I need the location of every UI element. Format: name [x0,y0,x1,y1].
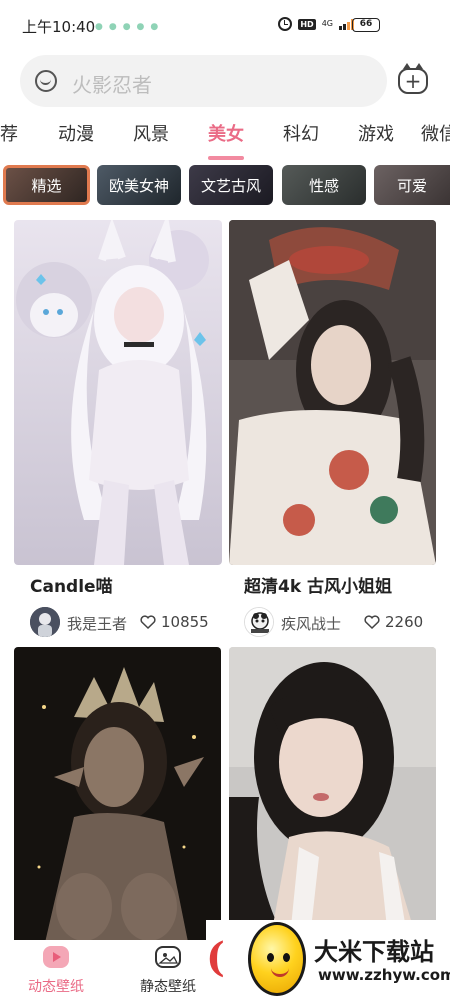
battery-icon: 66 [352,18,380,32]
girl-kimono-image [229,220,436,565]
tab-scenery[interactable]: 风景 [133,120,169,146]
like-count: 10855 [161,613,209,631]
portrait-girl-image [229,647,436,947]
status-icons: HD 4G [278,17,354,31]
active-tab-indicator [208,156,244,160]
site-watermark: ( 大米下载站 www.zzhyw.com [206,920,450,1000]
heart-icon[interactable] [140,615,156,629]
chip-sexy[interactable]: 性感 [282,165,366,205]
nav-dynamic-wallpaper[interactable]: 动态壁纸 [16,940,96,1000]
notification-icons: ●●●●● [95,22,165,32]
tab-anime[interactable]: 动漫 [58,120,94,146]
author-name[interactable]: 疾风战士 [281,613,341,634]
chip-cute[interactable]: 可爱 [374,165,450,205]
tab-wechat[interactable]: 微信 [421,120,450,146]
tab-recommend[interactable]: 荐 [0,120,18,146]
plus-icon: + [404,69,422,93]
chip-western-goddess[interactable]: 欧美女神 [97,165,181,205]
heart-icon[interactable] [364,615,380,629]
chip-artistic-ancient[interactable]: 文艺古风 [189,165,273,205]
search-bar[interactable]: 火影忍者 [20,55,387,107]
chip-label: 文艺古风 [200,176,261,195]
image-icon [155,946,181,968]
chip-featured[interactable]: 精选 [3,165,90,205]
network-type: 4G [321,19,333,28]
nav-static-wallpaper[interactable]: 静态壁纸 [128,940,208,1000]
alarm-icon [278,17,293,31]
author-name[interactable]: 我是王者 [67,613,127,634]
sub-category-chips: 精选 欧美女神 文艺古风 性感 可爱 [0,165,450,207]
chip-label: 性感 [308,176,339,195]
tab-scifi[interactable]: 科幻 [283,120,319,146]
chip-label: 可爱 [396,176,427,195]
wallpaper-thumbnail[interactable] [14,220,222,565]
avatar-image [30,607,60,637]
search-icon [35,70,57,92]
category-tabs: 荐 动漫 风景 美女 科幻 游戏 微信 [0,120,450,160]
watermark-ring-icon: ( [206,934,225,981]
hd-badge: HD [298,18,316,30]
avatar-image [245,608,273,636]
status-bar: 上午10:40 ●●●●● HD 4G 66 [0,0,450,52]
like-count: 2260 [385,613,424,631]
wallpaper-app-screen: 上午10:40 ●●●●● HD 4G 66 火影忍者 + 荐 动漫 风景 美女… [0,0,450,1000]
avatar[interactable] [30,607,60,637]
add-wallpaper-button[interactable]: + [398,63,428,94]
wallpaper-thumbnail[interactable] [14,647,221,947]
watermark-url: www.zzhyw.com [318,966,450,984]
search-input[interactable]: 火影忍者 [72,69,152,98]
play-icon [43,946,69,968]
wallpaper-thumbnail[interactable] [229,220,436,565]
chip-label: 欧美女神 [108,176,169,195]
watermark-logo-icon [248,922,306,996]
nav-label: 静态壁纸 [140,979,196,995]
tab-games[interactable]: 游戏 [358,120,394,146]
watermark-title: 大米下载站 [314,938,434,966]
card-title[interactable]: 超清4k 古风小姐姐 [244,572,392,597]
avatar[interactable] [244,607,274,637]
nav-label: 动态壁纸 [28,979,84,995]
wallpaper-thumbnail[interactable] [229,647,436,947]
status-time: 上午10:40 [22,18,96,36]
anime-girl-image [14,220,222,565]
card-title[interactable]: Candle喵 [30,572,113,597]
fantasy-elf-image [14,647,221,947]
tab-beauty[interactable]: 美女 [208,120,244,146]
chip-label: 精选 [31,176,62,195]
